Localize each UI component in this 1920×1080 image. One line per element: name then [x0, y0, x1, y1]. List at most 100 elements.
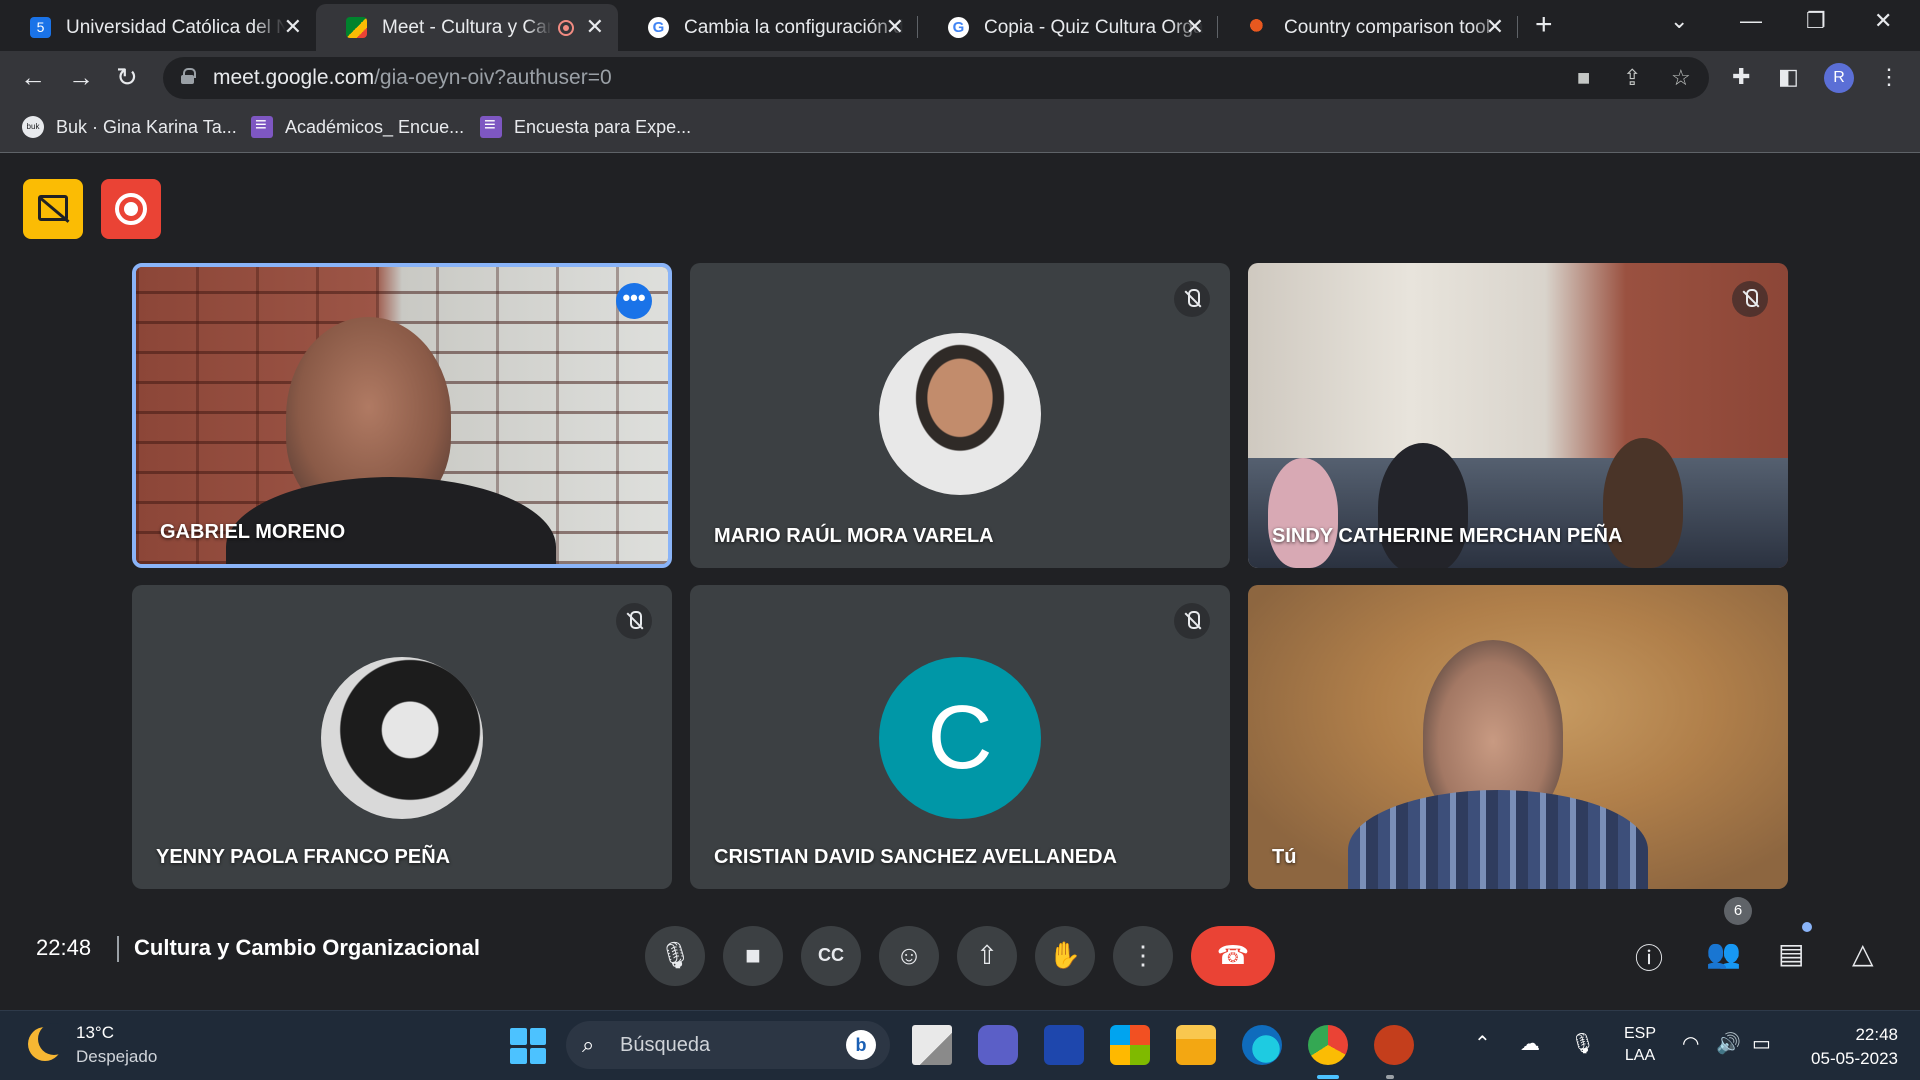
active-app-indicator — [1317, 1075, 1339, 1079]
participant-tile-cristian-sanchez[interactable]: C CRISTIAN DAVID SANCHEZ AVELLANEDA — [690, 585, 1230, 889]
wifi-icon[interactable]: ◠ — [1682, 1031, 1699, 1056]
more-vertical-icon: ⋮ — [1130, 940, 1156, 970]
new-tab-icon[interactable]: + — [1535, 8, 1553, 42]
present-screen-button[interactable]: ⇧ — [957, 926, 1017, 986]
microphone-icon: 🎙 — [658, 940, 692, 970]
content-restriction-badge[interactable] — [23, 179, 83, 239]
browser-tab-strip: 5 Universidad Católica del N ✕ Meet - Cu… — [0, 0, 1920, 51]
more-options-icon[interactable]: ••• — [616, 283, 652, 319]
lock-icon[interactable] — [181, 68, 196, 84]
edge-icon[interactable] — [1242, 1025, 1282, 1065]
battery-icon[interactable]: ▭ — [1752, 1031, 1771, 1056]
participant-name: CRISTIAN DAVID SANCHEZ AVELLANEDA — [714, 846, 1117, 868]
muted-mic-icon — [1174, 281, 1210, 317]
reload-icon[interactable]: ↻ — [116, 62, 138, 93]
hand-icon: ✋ — [1048, 940, 1082, 970]
calendar-favicon-icon: 5 — [30, 17, 51, 38]
forward-icon[interactable]: → — [68, 62, 94, 93]
search-placeholder: Búsqueda — [620, 1034, 711, 1056]
tab-meet[interactable]: Meet - Cultura y Cam ✕ — [316, 4, 618, 51]
close-tab-icon[interactable]: ✕ — [1486, 14, 1504, 40]
address-bar[interactable]: meet.google.com/gia-oeyn-oiv?authuser=0 … — [163, 57, 1709, 99]
bookmark-label: Encuesta para Expe... — [514, 116, 692, 137]
participant-tile-self[interactable]: Tú — [1248, 585, 1788, 889]
close-tab-icon[interactable]: ✕ — [886, 14, 904, 40]
show-hidden-icons-icon[interactable]: ⌃ — [1474, 1031, 1491, 1056]
onedrive-icon[interactable]: ☁ — [1520, 1031, 1540, 1056]
extensions-icon[interactable]: ✚ — [1732, 64, 1750, 90]
restore-icon[interactable]: ❐ — [1806, 8, 1826, 34]
more-options-button[interactable]: ⋮ — [1113, 926, 1173, 986]
raise-hand-button[interactable]: ✋ — [1035, 926, 1095, 986]
close-window-icon[interactable]: ✕ — [1874, 8, 1892, 34]
chrome-icon[interactable] — [1308, 1025, 1348, 1065]
bookmark-star-icon[interactable]: ☆ — [1671, 65, 1691, 91]
task-view-icon[interactable] — [912, 1025, 952, 1065]
participant-avatar — [879, 333, 1041, 495]
taskbar-search[interactable]: ⌕ Búsqueda b — [566, 1021, 890, 1069]
forms-icon — [480, 114, 502, 138]
meeting-title: Cultura y Cambio Organizacional — [134, 935, 480, 960]
tab-search-chevron-icon[interactable]: ⌄ — [1670, 8, 1688, 34]
chrome-menu-icon[interactable]: ⋮ — [1878, 64, 1900, 90]
activities-icon[interactable]: △ — [1852, 937, 1874, 970]
url-text[interactable]: meet.google.com/gia-oeyn-oiv?authuser=0 — [213, 66, 612, 90]
captions-button[interactable]: CC — [801, 926, 861, 986]
participant-name: Tú — [1272, 846, 1297, 868]
weather-description[interactable]: Despejado — [76, 1047, 157, 1067]
start-button[interactable] — [510, 1028, 546, 1064]
bookmark-academicos[interactable]: Académicos_ Encue... — [251, 114, 464, 138]
unread-chat-dot — [1802, 922, 1812, 932]
microsoft-store-icon[interactable] — [1110, 1025, 1150, 1065]
file-explorer-icon[interactable] — [1176, 1025, 1216, 1065]
reactions-button[interactable]: ☺ — [879, 926, 939, 986]
participant-name: SINDY CATHERINE MERCHAN PEÑA — [1272, 525, 1623, 547]
participant-tile-mario-mora[interactable]: MARIO RAÚL MORA VARELA — [690, 263, 1230, 568]
camera-button[interactable]: ■ — [723, 926, 783, 986]
tab-copia-quiz[interactable]: G Copia - Quiz Cultura Orga ✕ — [918, 4, 1218, 51]
forms-icon — [251, 114, 273, 138]
participant-name: YENNY PAOLA FRANCO PEÑA — [156, 846, 451, 868]
close-tab-icon[interactable]: ✕ — [284, 14, 302, 40]
tab-country-comparison[interactable]: Country comparison tool ✕ — [1218, 4, 1518, 51]
tab-title: Country comparison tool — [1284, 16, 1490, 38]
bookmark-buk[interactable]: buk Buk · Gina Karina Ta... — [22, 116, 237, 138]
moon-weather-icon[interactable] — [28, 1023, 70, 1061]
bing-icon[interactable]: b — [846, 1030, 876, 1060]
meeting-details-icon[interactable]: ⓘ — [1635, 937, 1663, 977]
taskbar-clock[interactable]: 22:48 05-05-2023 — [1811, 1023, 1898, 1071]
share-icon[interactable]: ⇪ — [1623, 65, 1641, 91]
back-icon[interactable]: ← — [20, 62, 46, 93]
microphone-button[interactable]: 🎙 — [645, 926, 705, 986]
muted-mic-icon — [616, 603, 652, 639]
muted-mic-icon — [1732, 281, 1768, 317]
close-tab-icon[interactable]: ✕ — [586, 14, 604, 40]
chat-icon[interactable]: ▤ — [1778, 937, 1804, 970]
app-icon[interactable] — [1044, 1025, 1084, 1065]
people-icon[interactable]: 👥 — [1706, 937, 1741, 970]
participant-figure — [1603, 438, 1683, 568]
teams-chat-icon[interactable] — [978, 1025, 1018, 1065]
bookmark-encuesta[interactable]: Encuesta para Expe... — [480, 114, 692, 138]
participant-tile-yenny-franco[interactable]: YENNY PAOLA FRANCO PEÑA — [132, 585, 672, 889]
weather-temperature[interactable]: 13°C — [76, 1023, 114, 1043]
hang-up-icon: ☎ — [1216, 940, 1250, 970]
language-indicator[interactable]: ESP LAA — [1624, 1023, 1656, 1067]
participant-tile-gabriel-moreno[interactable]: ••• GABRIEL MORENO — [132, 263, 672, 568]
tab-universidad[interactable]: 5 Universidad Católica del N ✕ — [0, 4, 316, 51]
close-tab-icon[interactable]: ✕ — [1186, 14, 1204, 40]
camera-in-use-icon[interactable]: ■ — [1577, 65, 1590, 91]
tab-cambia-configuracion[interactable]: G Cambia la configuración d ✕ — [618, 4, 918, 51]
powerpoint-icon[interactable] — [1374, 1025, 1414, 1065]
leave-call-button[interactable]: ☎ — [1191, 926, 1275, 986]
volume-icon[interactable]: 🔊 — [1716, 1031, 1741, 1056]
side-panel-icon[interactable]: ◧ — [1778, 64, 1799, 90]
emoji-icon: ☺ — [895, 940, 923, 970]
participant-count-badge: 6 — [1724, 897, 1752, 925]
minimize-icon[interactable]: — — [1740, 8, 1762, 34]
participant-tile-sindy-merchan[interactable]: SINDY CATHERINE MERCHAN PEÑA — [1248, 263, 1788, 568]
microphone-tray-icon[interactable]: 🎙 — [1570, 1031, 1595, 1056]
google-favicon-icon: G — [948, 17, 969, 38]
recording-badge[interactable] — [101, 179, 161, 239]
profile-avatar[interactable]: R — [1824, 63, 1854, 93]
